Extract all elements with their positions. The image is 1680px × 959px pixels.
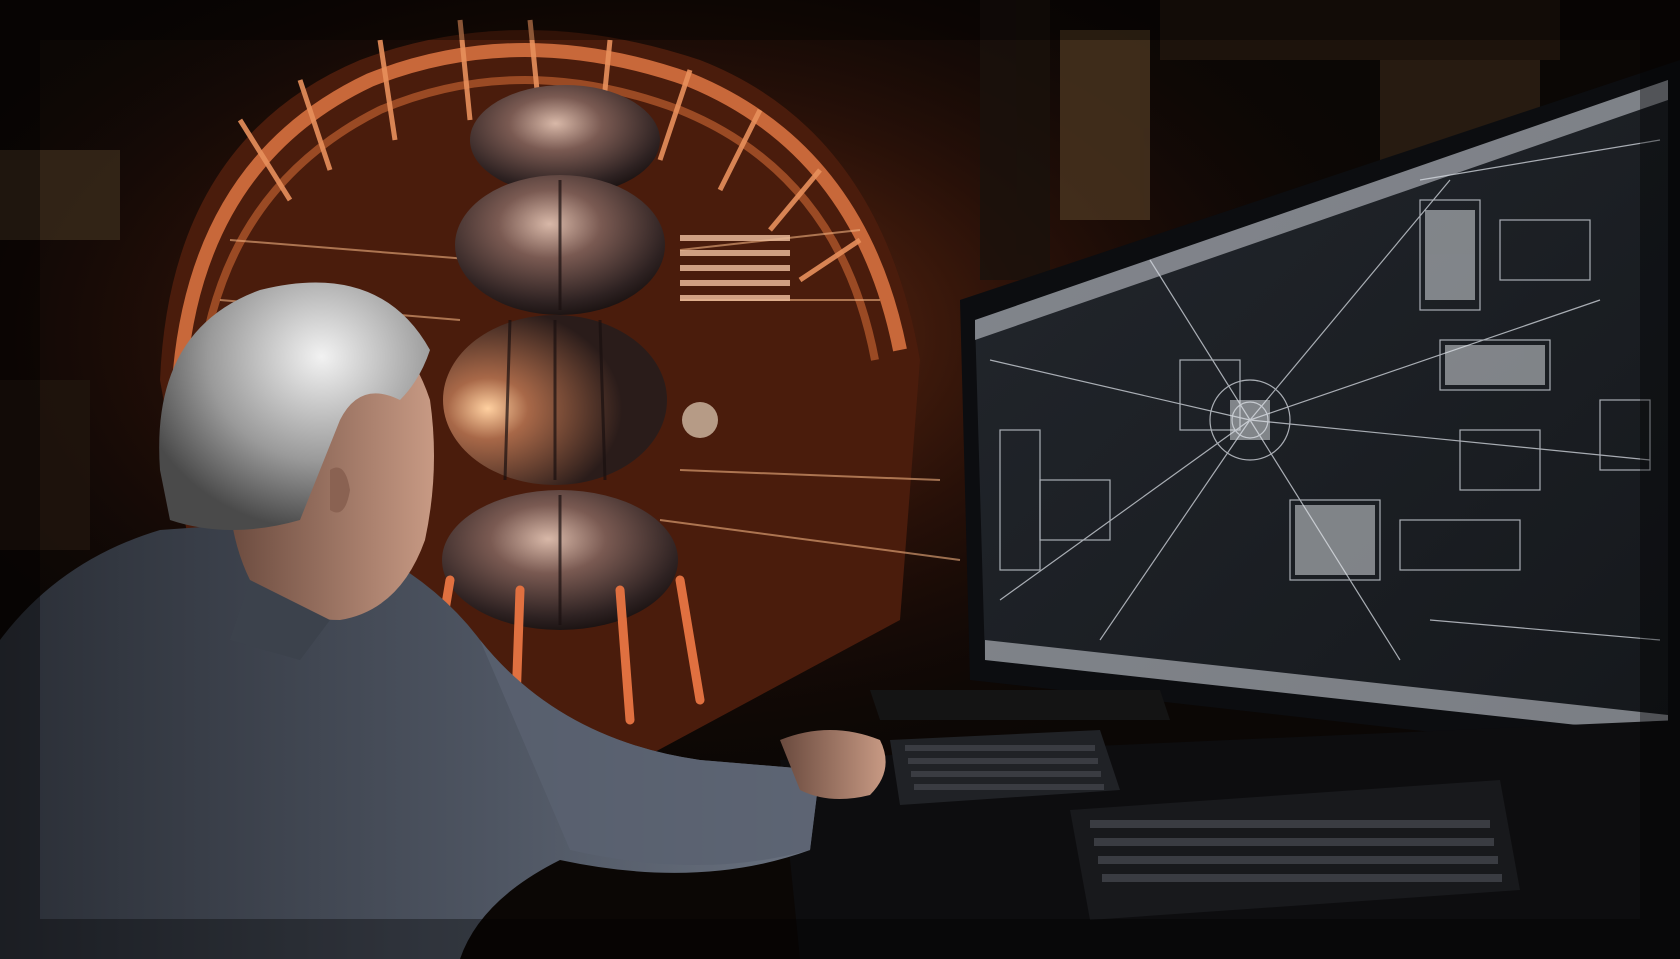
photo-scene (0, 0, 1680, 959)
scene-illustration (0, 0, 1680, 959)
monitor-stand-base (870, 690, 1170, 720)
spark-glow (682, 402, 718, 438)
